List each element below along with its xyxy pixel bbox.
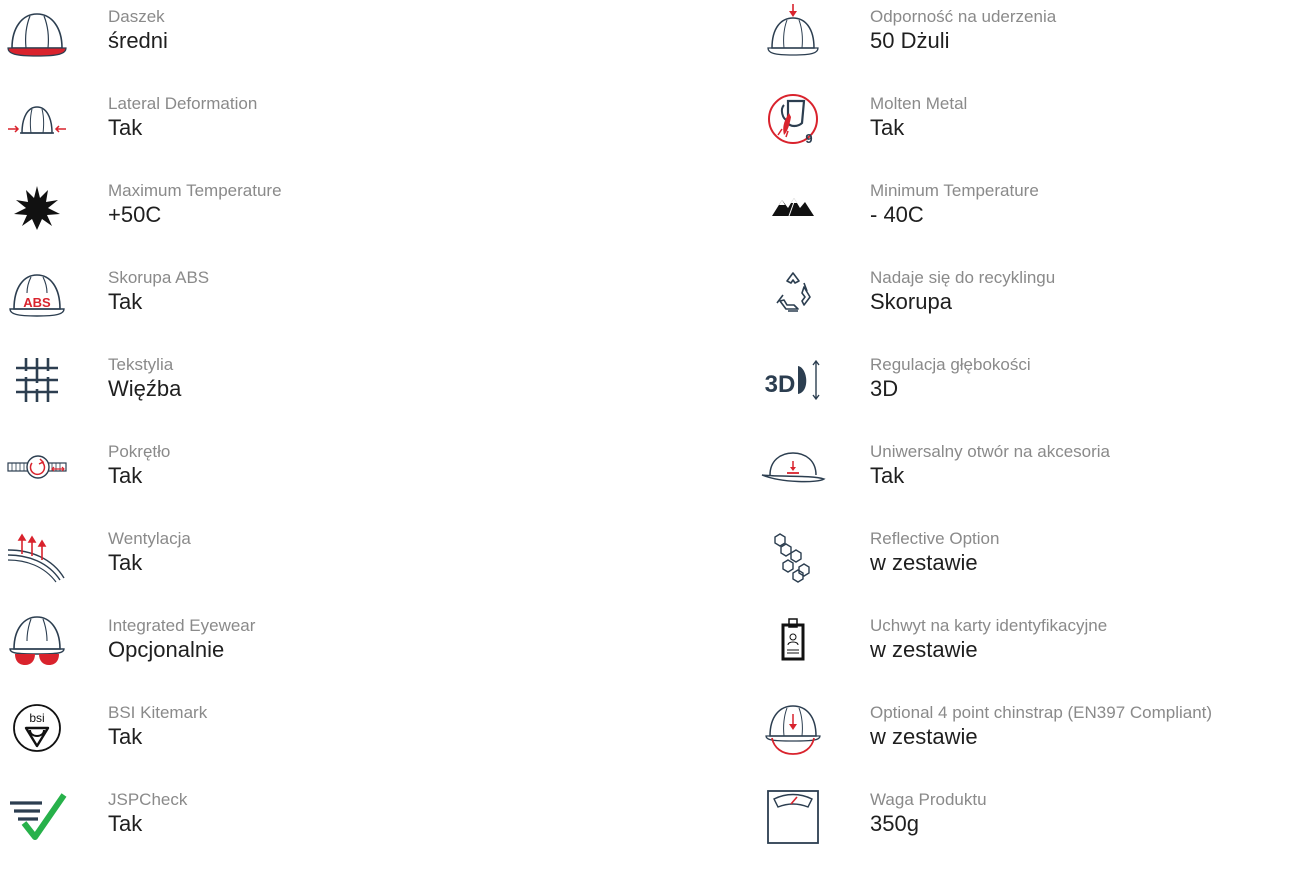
helmet-peak-icon	[0, 4, 74, 60]
feature-item: 3D Regulacja głębokości 3D	[756, 348, 1312, 435]
chinstrap-icon	[756, 700, 830, 756]
feature-label: Uchwyt na karty identyfikacyjne	[870, 616, 1108, 635]
depth-adjust-3d-icon: 3D	[756, 352, 830, 408]
feature-item: Maximum Temperature +50C	[0, 174, 650, 261]
feature-value: w zestawie	[870, 550, 978, 575]
feature-value: Tak	[108, 115, 143, 140]
feature-label: Integrated Eyewear	[108, 616, 256, 635]
feature-label: Lateral Deformation	[108, 94, 258, 113]
feature-value: Tak	[108, 463, 143, 488]
feature-item: Integrated Eyewear Opcjonalnie	[0, 609, 650, 696]
feature-value: Tak	[870, 463, 905, 488]
feature-value: Tak	[870, 115, 905, 140]
bsi-kitemark-icon: bsi	[0, 700, 74, 756]
abs-icon-text: ABS	[23, 295, 51, 310]
feature-value: w zestawie	[870, 637, 978, 662]
feature-item: JSPCheck Tak	[0, 783, 650, 870]
feature-label: Nadaje się do recyklingu	[870, 268, 1056, 287]
feature-item: Pokrętło Tak	[0, 435, 650, 522]
reflective-hexagons-icon	[756, 526, 830, 583]
feature-value: Tak	[108, 550, 143, 575]
feature-label: Wentylacja	[108, 529, 191, 548]
id-card-holder-icon	[756, 613, 830, 669]
abs-shell-icon: ABS	[0, 265, 74, 321]
mountains-icon	[756, 178, 830, 234]
feature-value: 3D	[870, 376, 899, 401]
feature-value: +50C	[108, 202, 162, 227]
integrated-eyewear-icon	[0, 613, 74, 669]
feature-label: BSI Kitemark	[108, 703, 208, 722]
feature-label: Minimum Temperature	[870, 181, 1039, 200]
features-left-column: Daszek średni Lateral Deformation Tak Ma	[0, 0, 650, 870]
weight-scale-icon	[756, 787, 830, 844]
feature-value: - 40C	[870, 202, 924, 227]
feature-item: Reflective Option w zestawie	[756, 522, 1312, 609]
feature-value: Więźba	[108, 376, 182, 401]
feature-item: Waga Produktu 350g	[756, 783, 1312, 870]
feature-value: 50 Dżuli	[870, 28, 950, 53]
feature-label: Uniwersalny otwór na akcesoria	[870, 442, 1110, 461]
feature-value: 350g	[870, 811, 919, 836]
depth-3d-icon-text: 3D	[765, 371, 796, 398]
feature-value: Tak	[108, 724, 143, 749]
feature-value: Opcjonalnie	[108, 637, 225, 662]
feature-item: 9 Molten Metal Tak	[756, 87, 1312, 174]
impact-resistance-icon	[756, 4, 830, 60]
feature-label: Maximum Temperature	[108, 181, 282, 200]
feature-label: Odporność na uderzenia	[870, 7, 1057, 26]
feature-label: Daszek	[108, 7, 165, 26]
feature-item: ABS Skorupa ABS Tak	[0, 261, 650, 348]
feature-item: Minimum Temperature - 40C	[756, 174, 1312, 261]
feature-item: Optional 4 point chinstrap (EN397 Compli…	[756, 696, 1312, 783]
recycle-icon	[756, 265, 830, 321]
feature-value: Tak	[108, 811, 143, 836]
feature-label: Pokrętło	[108, 442, 171, 461]
molten-metal-icon: 9	[756, 91, 830, 147]
lateral-deformation-icon	[0, 91, 74, 147]
feature-item: Nadaje się do recyklingu Skorupa	[756, 261, 1312, 348]
dial-ratchet-icon	[0, 439, 74, 495]
feature-value: Skorupa	[870, 289, 952, 314]
feature-label: Optional 4 point chinstrap (EN397 Compli…	[870, 703, 1213, 722]
ventilation-icon	[0, 526, 74, 583]
molten-metal-icon-text: 9	[805, 131, 812, 146]
feature-item: Uchwyt na karty identyfikacyjne w zestaw…	[756, 609, 1312, 696]
feature-label: Molten Metal	[870, 94, 968, 113]
feature-label: Skorupa ABS	[108, 268, 210, 287]
sun-icon	[0, 178, 74, 234]
feature-value: średni	[108, 28, 168, 53]
feature-label: Regulacja głębokości	[870, 355, 1031, 374]
feature-label: Tekstylia	[108, 355, 174, 374]
textile-grid-icon	[0, 352, 74, 408]
feature-label: Reflective Option	[870, 529, 1000, 548]
feature-item: Lateral Deformation Tak	[0, 87, 650, 174]
feature-item: Daszek średni	[0, 0, 650, 87]
accessory-slot-icon	[756, 439, 830, 495]
feature-item: bsi BSI Kitemark Tak	[0, 696, 650, 783]
feature-item: Odporność na uderzenia 50 Dżuli	[756, 0, 1312, 87]
feature-item: Uniwersalny otwór na akcesoria Tak	[756, 435, 1312, 522]
feature-label: JSPCheck	[108, 790, 188, 809]
feature-value: Tak	[108, 289, 143, 314]
feature-item: Wentylacja Tak	[0, 522, 650, 609]
feature-value: w zestawie	[870, 724, 978, 749]
feature-label: Waga Produktu	[870, 790, 987, 809]
jspcheck-icon	[0, 787, 74, 843]
feature-item: Tekstylia Więźba	[0, 348, 650, 435]
bsi-icon-text: bsi	[29, 711, 44, 725]
features-right-column: Odporność na uderzenia 50 Dżuli 9 Molten…	[756, 0, 1312, 870]
